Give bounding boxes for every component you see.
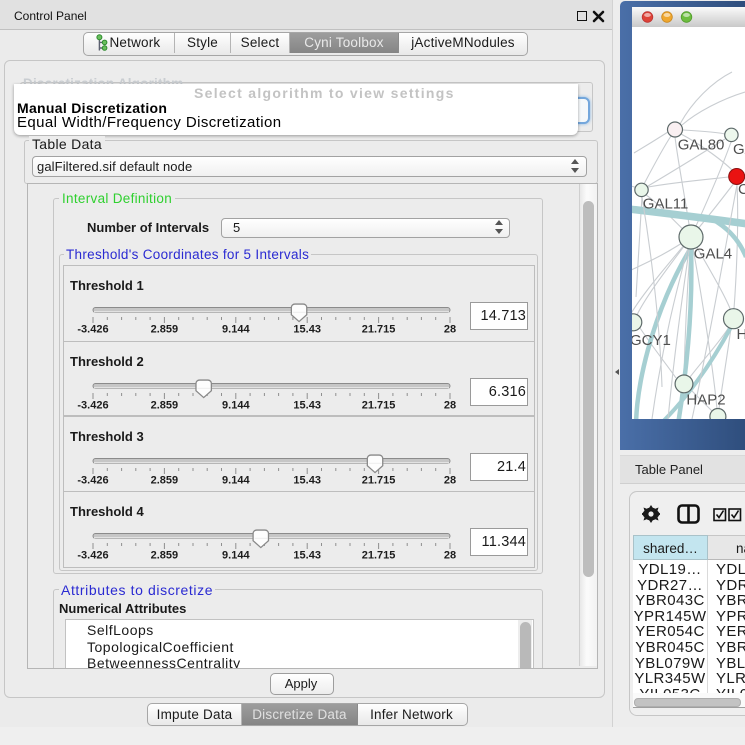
svg-text:2.859: 2.859 xyxy=(151,474,179,486)
svg-text:9.144: 9.144 xyxy=(222,323,250,335)
svg-text:H: H xyxy=(737,326,745,343)
svg-text:9.144: 9.144 xyxy=(222,400,250,412)
svg-text:15.43: 15.43 xyxy=(293,474,321,486)
svg-text:21.715: 21.715 xyxy=(362,474,396,486)
svg-text:15.43: 15.43 xyxy=(293,323,321,335)
svg-text:GCY1: GCY1 xyxy=(632,332,671,349)
svg-text:-3.426: -3.426 xyxy=(77,550,108,562)
svg-text:GAL80: GAL80 xyxy=(678,137,725,154)
svg-text:-3.426: -3.426 xyxy=(77,400,108,412)
svg-text:21.715: 21.715 xyxy=(362,400,396,412)
svg-text:28: 28 xyxy=(444,474,456,486)
svg-text:21.715: 21.715 xyxy=(362,323,396,335)
svg-text:15.43: 15.43 xyxy=(293,550,321,562)
svg-text:15.43: 15.43 xyxy=(293,400,321,412)
svg-text:C: C xyxy=(738,181,745,198)
svg-text:9.144: 9.144 xyxy=(222,550,250,562)
svg-text:2.859: 2.859 xyxy=(151,323,179,335)
svg-text:GAL11: GAL11 xyxy=(643,196,689,213)
svg-text:28: 28 xyxy=(444,323,456,335)
svg-text:28: 28 xyxy=(444,550,456,562)
svg-text:GA: GA xyxy=(733,141,745,158)
svg-text:-3.426: -3.426 xyxy=(77,323,108,335)
svg-text:2.859: 2.859 xyxy=(151,550,179,562)
svg-text:9.144: 9.144 xyxy=(222,474,250,486)
svg-text:28: 28 xyxy=(444,400,456,412)
svg-text:-3.426: -3.426 xyxy=(77,474,108,486)
svg-text:HAP2: HAP2 xyxy=(686,391,725,408)
svg-text:GAL4: GAL4 xyxy=(694,245,732,262)
svg-text:2.859: 2.859 xyxy=(151,400,179,412)
svg-text:21.715: 21.715 xyxy=(362,550,396,562)
